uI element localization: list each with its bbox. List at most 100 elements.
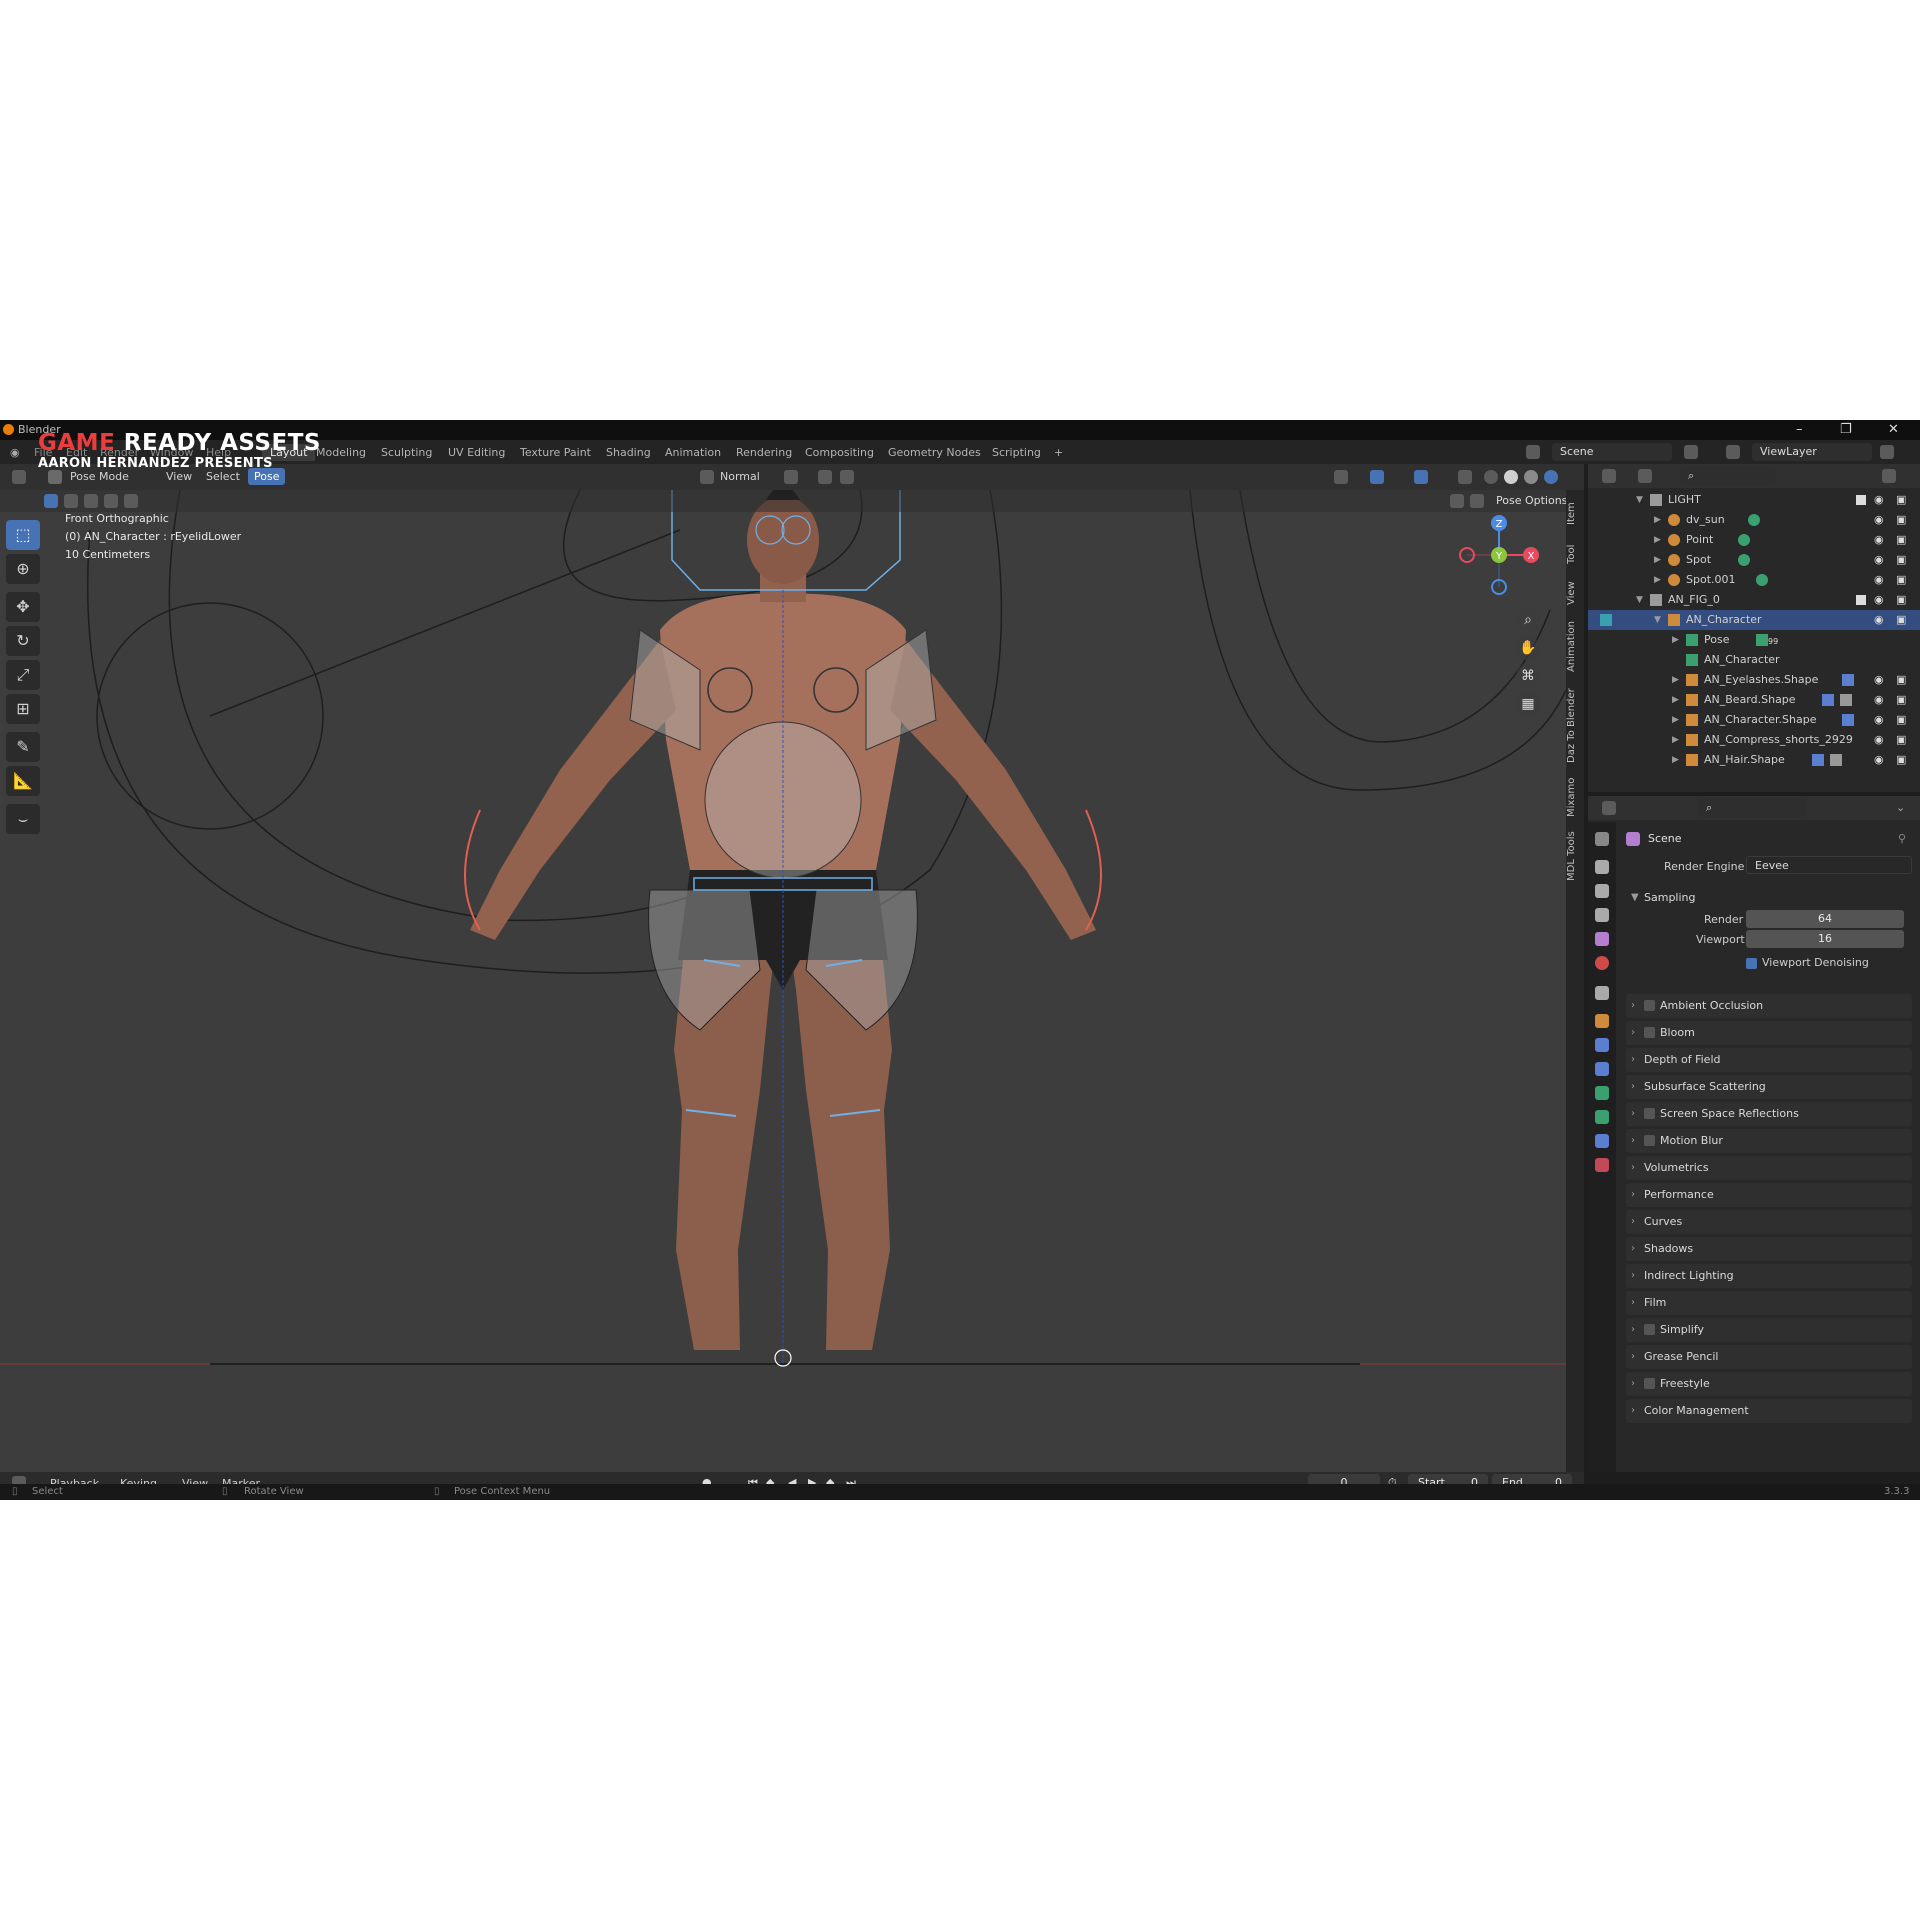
eye-icon[interactable]: ◉ (1874, 670, 1884, 690)
panel-subsurface-scattering[interactable]: › Subsurface Scattering (1626, 1075, 1912, 1099)
panel-ambient-occlusion[interactable]: › Ambient Occlusion (1626, 994, 1912, 1018)
panel-shadows[interactable]: › Shadows (1626, 1237, 1912, 1261)
select-box-icon[interactable] (44, 494, 58, 508)
panel-screen-space-reflections[interactable]: › Screen Space Reflections (1626, 1102, 1912, 1126)
render-properties-icon[interactable] (1595, 860, 1609, 874)
pan-hand-icon[interactable]: ✋ (1516, 636, 1540, 660)
select-menu[interactable]: Select (206, 470, 240, 483)
move-tool-icon[interactable]: ✥ (6, 592, 40, 622)
tab-sculpting[interactable]: Sculpting (373, 444, 440, 461)
camera-icon[interactable]: ▣ (1896, 710, 1906, 730)
panel-simplify[interactable]: › Simplify (1626, 1318, 1912, 1342)
panel-film[interactable]: › Film (1626, 1291, 1912, 1315)
camera-icon[interactable]: ▣ (1896, 610, 1906, 630)
eye-icon[interactable]: ◉ (1874, 750, 1884, 770)
filter-icon[interactable] (1882, 469, 1896, 483)
camera-view-icon[interactable]: ⌘ (1516, 664, 1540, 688)
eye-icon[interactable]: ◉ (1874, 570, 1884, 590)
tab-animation[interactable]: Animation (657, 444, 729, 461)
material-shading-icon[interactable] (1524, 470, 1538, 484)
camera-icon[interactable]: ▣ (1896, 750, 1906, 770)
tab-shading[interactable]: Shading (598, 444, 659, 461)
panel-motion-blur[interactable]: › Motion Blur (1626, 1129, 1912, 1153)
outliner-row-dv-sun[interactable]: ▶ dv_sun ◉ ▣ (1588, 510, 1920, 530)
eye-icon[interactable]: ◉ (1874, 590, 1884, 610)
select-invert-icon[interactable] (104, 494, 118, 508)
editor-type-icon[interactable] (12, 470, 26, 484)
panel-indirect-lighting[interactable]: › Indirect Lighting (1626, 1264, 1912, 1288)
eye-icon[interactable]: ◉ (1874, 530, 1884, 550)
camera-icon[interactable]: ▣ (1896, 510, 1906, 530)
panel-enable-checkbox[interactable] (1644, 1108, 1655, 1119)
panel-curves[interactable]: › Curves (1626, 1210, 1912, 1234)
bone-properties-icon[interactable] (1595, 1110, 1609, 1124)
camera-icon[interactable]: ▣ (1896, 530, 1906, 550)
eye-icon[interactable]: ◉ (1874, 610, 1884, 630)
camera-icon[interactable]: ▣ (1896, 730, 1906, 750)
checkbox-icon[interactable] (1856, 595, 1866, 605)
outliner-row-beard[interactable]: ▶ AN_Beard.Shape ◉ ▣ (1588, 690, 1920, 710)
close-button[interactable]: ✕ (1888, 422, 1899, 437)
solid-shading-icon[interactable] (1504, 470, 1518, 484)
select-extend-icon[interactable] (64, 494, 78, 508)
outliner-search-field[interactable]: ⌕ (1680, 467, 1776, 485)
outliner-row-an-character[interactable]: ▼ AN_Character ◉ ▣ (1588, 610, 1920, 630)
data-properties-icon[interactable] (1595, 1086, 1609, 1100)
panel-sampling[interactable]: ▼ Sampling (1626, 886, 1912, 910)
wireframe-shading-icon[interactable] (1484, 470, 1498, 484)
tab-scripting[interactable]: Scripting (984, 444, 1049, 461)
tab-animation-side[interactable]: Animation (1566, 616, 1584, 678)
properties-search-field[interactable]: ⌕ (1698, 799, 1806, 817)
scene-properties-icon[interactable] (1595, 932, 1609, 946)
outliner-row-spot[interactable]: ▶ Spot ◉ ▣ (1588, 550, 1920, 570)
panel-enable-checkbox[interactable] (1644, 1378, 1655, 1389)
scene-selector[interactable]: Scene (1552, 443, 1672, 461)
texture-properties-icon[interactable] (1595, 1158, 1609, 1172)
select-subtract-icon[interactable] (84, 494, 98, 508)
annotate-tool-icon[interactable]: ✎ (6, 732, 40, 762)
view-layer-icon[interactable] (1638, 469, 1652, 483)
outliner-row-hair[interactable]: ▶ AN_Hair.Shape ◉ ▣ (1588, 750, 1920, 770)
ortho-grid-icon[interactable]: ▦ (1516, 692, 1540, 716)
outliner-row-character-shape[interactable]: ▶ AN_Character.Shape ◉ ▣ (1588, 710, 1920, 730)
outliner-row-pose[interactable]: ▶ Pose 99 (1588, 630, 1920, 650)
object-properties-icon[interactable] (1595, 1014, 1609, 1028)
scene-icon[interactable] (1526, 445, 1540, 459)
viewlayer-icon[interactable] (1726, 445, 1740, 459)
tab-item[interactable]: Item (1566, 496, 1584, 532)
camera-icon[interactable]: ▣ (1896, 670, 1906, 690)
new-scene-icon[interactable] (1684, 445, 1698, 459)
render-samples-field[interactable]: 64 (1746, 910, 1904, 928)
panel-enable-checkbox[interactable] (1644, 1135, 1655, 1146)
gizmo-toggle-icon[interactable] (1370, 470, 1384, 484)
panel-enable-checkbox[interactable] (1644, 1027, 1655, 1038)
properties-editor-type-icon[interactable] (1602, 801, 1616, 815)
world-properties-icon[interactable] (1595, 956, 1609, 970)
camera-icon[interactable]: ▣ (1896, 570, 1906, 590)
panel-enable-checkbox[interactable] (1644, 1000, 1655, 1011)
mirror-icon[interactable] (1450, 494, 1464, 508)
visibility-icon[interactable] (1334, 470, 1348, 484)
outliner-row-point[interactable]: ▶ Point ◉ ▣ (1588, 530, 1920, 550)
rotate-tool-icon[interactable]: ↻ (6, 626, 40, 656)
tab-tool[interactable]: Tool (1566, 538, 1584, 570)
panel-freestyle[interactable]: › Freestyle (1626, 1372, 1912, 1396)
eye-icon[interactable]: ◉ (1874, 510, 1884, 530)
eye-icon[interactable]: ◉ (1874, 490, 1884, 510)
checkbox-icon[interactable] (1856, 495, 1866, 505)
collection-properties-icon[interactable] (1595, 986, 1609, 1000)
viewport-samples-field[interactable]: 16 (1746, 930, 1904, 948)
outliner-row-spot-001[interactable]: ▶ Spot.001 ◉ ▣ (1588, 570, 1920, 590)
outliner-row-an-fig-0[interactable]: ▼ AN_FIG_0 ◉ ▣ (1588, 590, 1920, 610)
view-menu[interactable]: View (166, 470, 192, 483)
zoom-icon[interactable]: ⌕ (1516, 608, 1540, 632)
render-engine-selector[interactable]: Eevee (1746, 856, 1912, 874)
mode-selector[interactable]: Pose Mode (70, 470, 129, 483)
scale-tool-icon[interactable]: ⤢ (6, 660, 40, 690)
physics-properties-icon[interactable] (1595, 1038, 1609, 1052)
panel-grease-pencil[interactable]: › Grease Pencil (1626, 1345, 1912, 1369)
eye-icon[interactable]: ◉ (1874, 550, 1884, 570)
tool-properties-icon[interactable] (1595, 832, 1609, 846)
output-properties-icon[interactable] (1595, 884, 1609, 898)
cursor-tool-icon[interactable]: ⊕ (6, 554, 40, 584)
